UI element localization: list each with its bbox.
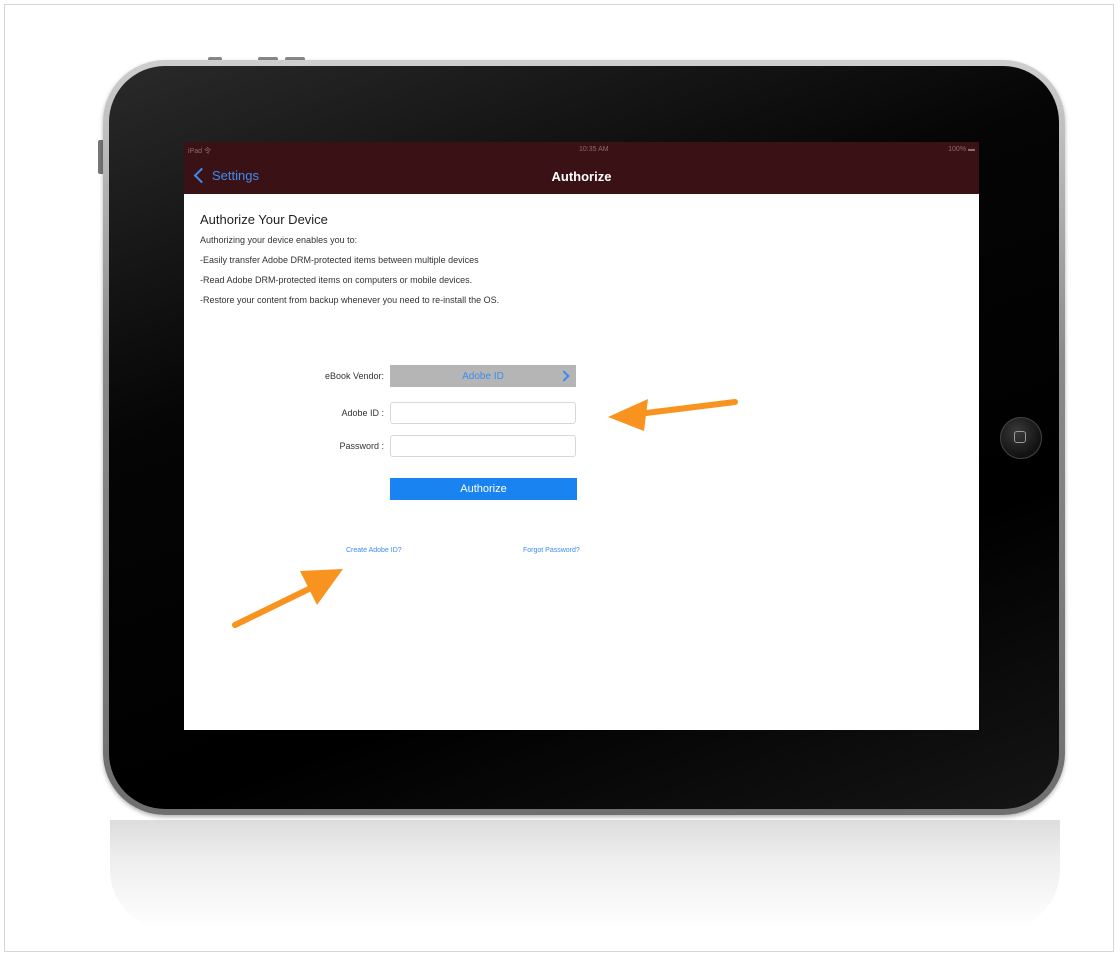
status-carrier: iPad 令 xyxy=(188,148,211,155)
password-row: Password : xyxy=(304,435,576,457)
intro-line: -Easily transfer Adobe DRM-protected ite… xyxy=(200,255,479,265)
status-battery: 100% ▬ xyxy=(948,146,975,153)
adobe-id-input[interactable] xyxy=(390,402,576,424)
intro-section: Authorize Your Device Authorizing your d… xyxy=(200,212,499,315)
status-bar: iPad 令 10:35 AM 100% ▬ xyxy=(184,142,979,158)
navigation-bar: Settings Authorize xyxy=(184,158,979,194)
authorize-button[interactable]: Authorize xyxy=(390,478,577,500)
forgot-password-link[interactable]: Forgot Password? xyxy=(523,547,580,554)
arrow-annotation-left xyxy=(232,569,343,628)
intro-line: Authorizing your device enables you to: xyxy=(200,235,358,245)
intro-heading: Authorize Your Device xyxy=(200,212,328,227)
vendor-select[interactable]: Adobe ID xyxy=(390,365,576,387)
page-title: Authorize xyxy=(551,169,612,184)
create-adobe-id-link[interactable]: Create Adobe ID? xyxy=(346,547,402,554)
intro-line: -Read Adobe DRM-protected items on compu… xyxy=(200,275,473,285)
ipad-screen: iPad 令 10:35 AM 100% ▬ Settings Authoriz… xyxy=(184,142,979,730)
adobe-id-label: Adobe ID : xyxy=(341,408,384,418)
intro-line: -Restore your content from backup whenev… xyxy=(200,295,500,305)
status-time: 10:35 AM xyxy=(579,146,609,153)
device-reflection xyxy=(110,820,1060,930)
password-input[interactable] xyxy=(390,435,576,457)
home-square-icon xyxy=(1014,431,1026,443)
arrow-annotation-right xyxy=(608,399,738,431)
adobe-id-row: Adobe ID : xyxy=(304,402,576,424)
password-label: Password : xyxy=(339,441,384,451)
vendor-value: Adobe ID xyxy=(462,370,504,382)
chevron-right-icon xyxy=(558,370,570,382)
vendor-row: eBook Vendor: Adobe ID xyxy=(304,365,576,387)
vendor-label: eBook Vendor: xyxy=(324,371,384,381)
home-button[interactable] xyxy=(1000,417,1042,459)
